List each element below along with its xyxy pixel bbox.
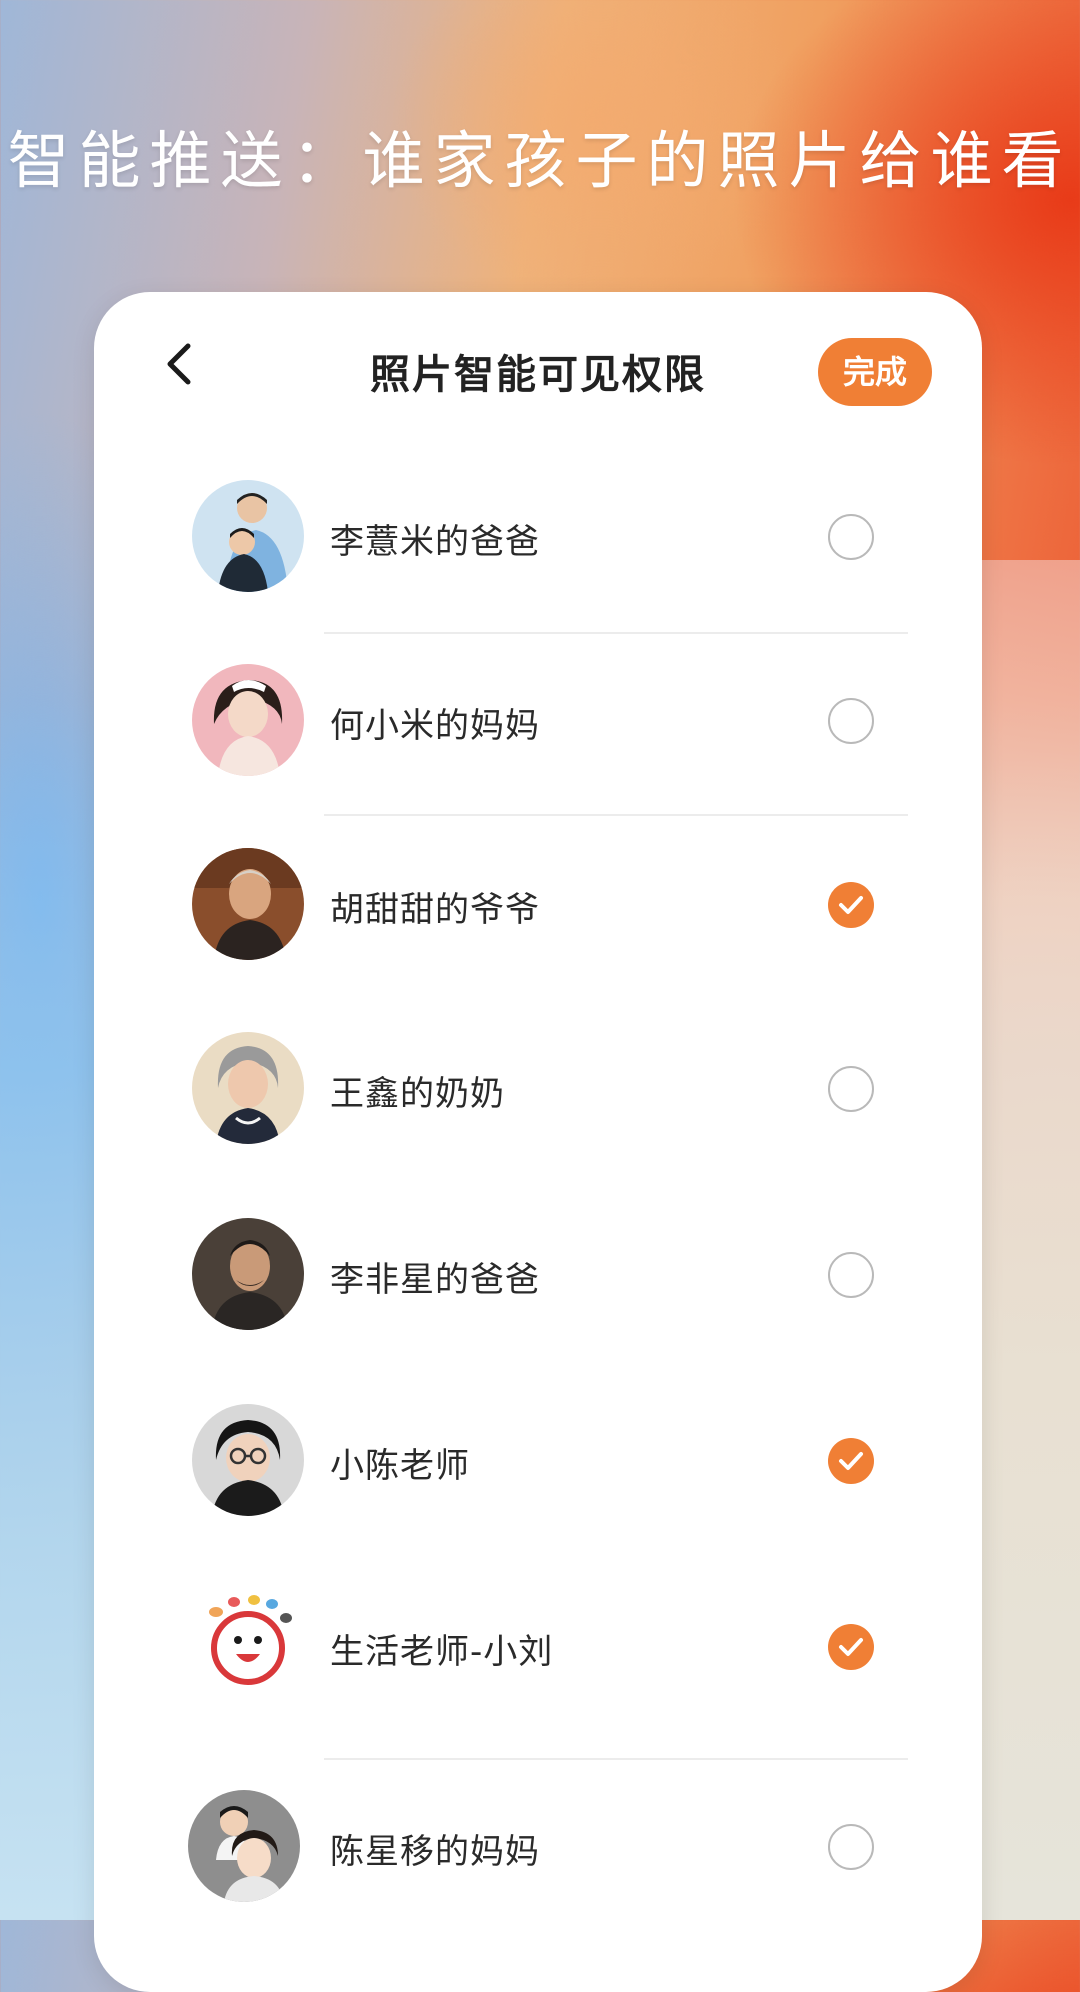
select-radio[interactable]	[828, 882, 874, 928]
select-radio[interactable]	[828, 698, 874, 744]
avatar	[192, 1032, 304, 1144]
avatar	[192, 1218, 304, 1330]
contact-name: 生活老师-小刘	[330, 1632, 554, 1672]
select-radio[interactable]	[828, 1252, 874, 1298]
checkmark-icon	[839, 896, 863, 914]
contact-name: 陈星移的妈妈	[330, 1832, 540, 1872]
avatar	[192, 480, 304, 592]
boy-with-glasses-avatar	[192, 1404, 304, 1516]
contact-name: 何小米的妈妈	[330, 706, 540, 746]
elderly-man-avatar	[192, 848, 304, 960]
checkmark-icon	[839, 1452, 863, 1470]
contact-name: 李非星的爸爸	[330, 1260, 540, 1300]
contact-row[interactable]: 生活老师-小刘	[94, 1586, 982, 1706]
contact-row[interactable]: 李薏米的爸爸	[94, 476, 982, 596]
avatar	[192, 1404, 304, 1516]
contact-row[interactable]: 陈星移的妈妈	[94, 1786, 982, 1906]
done-button[interactable]: 完成	[818, 338, 932, 406]
promo-banner-title: 智能推送：谁家孩子的照片给谁看	[7, 124, 1073, 197]
contact-row[interactable]: 李非星的爸爸	[94, 1214, 982, 1334]
father-with-child-avatar	[192, 480, 304, 592]
elderly-woman-avatar	[192, 1032, 304, 1144]
cartoon-mascot-avatar	[192, 1590, 304, 1702]
avatar	[188, 1790, 300, 1902]
contact-name: 李薏米的爸爸	[330, 522, 540, 562]
contact-row[interactable]: 胡甜甜的爷爷	[94, 844, 982, 964]
mother-with-child-avatar	[188, 1790, 300, 1902]
contact-name: 王鑫的奶奶	[330, 1074, 505, 1114]
avatar	[192, 848, 304, 960]
contact-row[interactable]: 小陈老师	[94, 1400, 982, 1520]
permission-card: 照片智能可见权限 完成 李薏米的爸爸 何小米的妈妈 胡甜甜的爷爷 王鑫的奶奶 李…	[94, 292, 982, 1992]
checkmark-icon	[839, 1638, 863, 1656]
row-divider	[324, 632, 908, 634]
avatar	[192, 664, 304, 776]
avatar	[192, 1590, 304, 1702]
select-radio[interactable]	[828, 1066, 874, 1112]
row-divider	[324, 1758, 908, 1760]
select-radio[interactable]	[828, 514, 874, 560]
contact-row[interactable]: 王鑫的奶奶	[94, 1028, 982, 1148]
contact-row[interactable]: 何小米的妈妈	[94, 660, 982, 780]
select-radio[interactable]	[828, 1624, 874, 1670]
contact-name: 胡甜甜的爷爷	[330, 890, 540, 930]
select-radio[interactable]	[828, 1824, 874, 1870]
row-divider	[324, 814, 908, 816]
contact-name: 小陈老师	[330, 1446, 470, 1486]
select-radio[interactable]	[828, 1438, 874, 1484]
middle-aged-man-avatar	[192, 1218, 304, 1330]
young-woman-avatar	[192, 664, 304, 776]
